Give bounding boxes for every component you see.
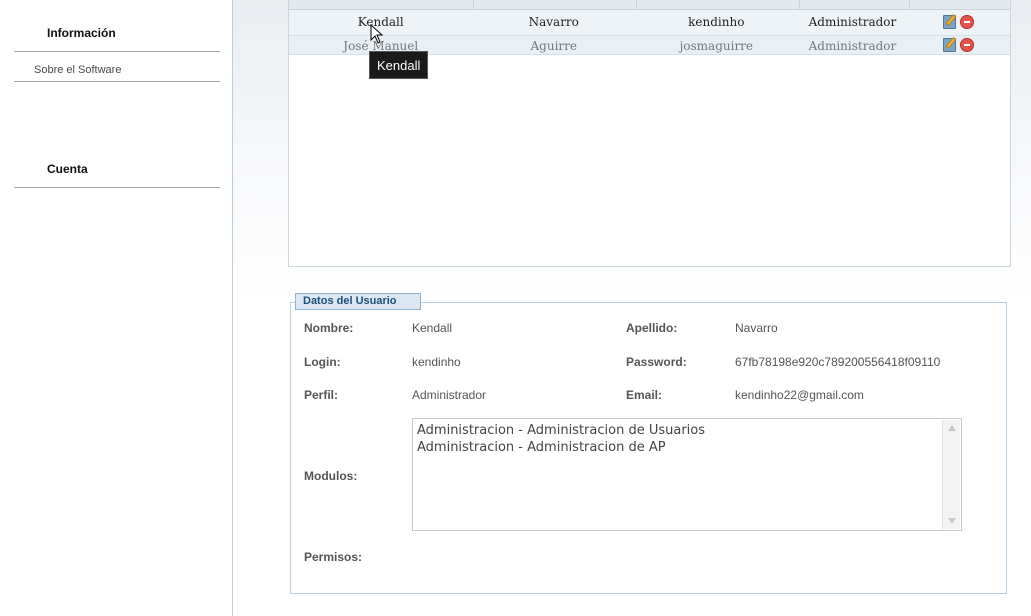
table-header-strip <box>289 0 1010 10</box>
module-item: Administracion - Administracion de AP <box>417 440 666 455</box>
email-value: kendinho22@gmail.com <box>735 388 864 402</box>
name-tooltip: Kendall <box>369 51 429 79</box>
edit-icon[interactable] <box>943 15 957 29</box>
email-label: Email: <box>626 388 663 402</box>
cell-apellido: Navarro <box>528 15 579 29</box>
perfil-label: Perfil: <box>304 388 339 402</box>
module-item: Administracion - Administracion de Usuar… <box>417 423 705 438</box>
sidebar-item-sobre-software[interactable]: Sobre el Software <box>14 60 220 82</box>
cursor-icon <box>370 24 384 44</box>
modules-scrollbar[interactable] <box>942 420 960 529</box>
cell-apellido: Aguirre <box>530 39 578 53</box>
delete-icon[interactable] <box>960 38 975 52</box>
modules-list: Administracion - Administracion de Usuar… <box>417 422 705 456</box>
sidebar-item-label: Sobre el Software <box>34 64 122 76</box>
cell-perfil: Administrador <box>808 15 897 29</box>
password-label: Password: <box>626 355 687 369</box>
nombre-value: Kendall <box>412 321 453 335</box>
password-value: 67fb78198e920c789200556418f09110 <box>735 355 941 369</box>
row-actions <box>907 13 1010 31</box>
apellido-label: Apellido: <box>626 321 678 335</box>
nombre-label: Nombre: <box>304 321 354 335</box>
sidebar-section-cuenta[interactable]: Cuenta <box>14 160 220 188</box>
scroll-up-icon[interactable] <box>948 425 956 431</box>
cell-login: josmaguirre <box>679 39 754 53</box>
row-actions <box>907 36 1010 54</box>
login-value: kendinho <box>412 355 461 369</box>
cell-login: kendinho <box>688 15 745 29</box>
sidebar-heading-informacion: Información <box>47 26 116 40</box>
permisos-label: Permisos: <box>304 550 363 564</box>
modulos-label: Modulos: <box>304 469 358 483</box>
login-label: Login: <box>304 355 341 369</box>
scroll-down-icon[interactable] <box>948 518 956 524</box>
modules-listbox[interactable]: Administracion - Administracion de Usuar… <box>412 418 962 531</box>
sidebar: Información Sobre el Software Cuenta <box>0 0 233 616</box>
cell-perfil: Administrador <box>808 39 897 53</box>
user-details-legend: Datos del Usuario <box>295 293 421 310</box>
delete-icon[interactable] <box>960 15 975 29</box>
apellido-value: Navarro <box>735 321 778 335</box>
edit-icon[interactable] <box>943 38 957 52</box>
sidebar-heading-cuenta: Cuenta <box>47 162 88 176</box>
table-row[interactable]: Kendall Navarro kendinho Administrador <box>289 13 1010 31</box>
perfil-value: Administrador <box>412 388 487 402</box>
users-table: Kendall Navarro kendinho Administrador J… <box>288 0 1011 267</box>
sidebar-section-informacion[interactable]: Información <box>14 24 220 52</box>
